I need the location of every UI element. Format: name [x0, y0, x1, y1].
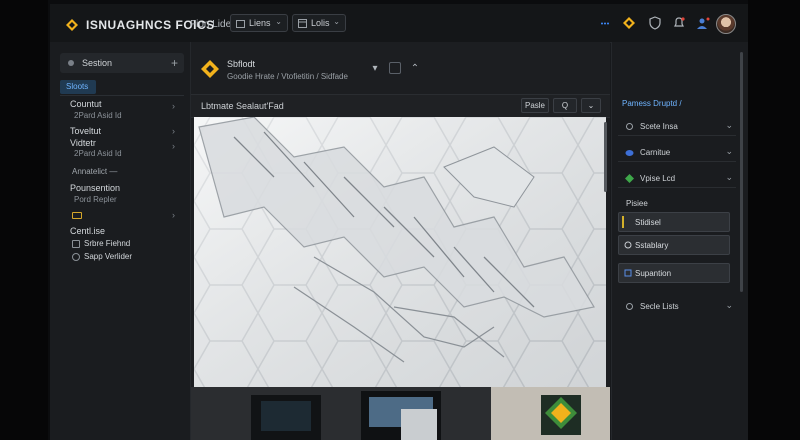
project-title: Sbflodt	[227, 59, 256, 69]
dropdown-liens[interactable]: Liens ⌄	[230, 14, 288, 32]
sidebar-item-toveltut[interactable]: Toveltut	[70, 126, 101, 136]
divider	[60, 95, 184, 96]
hexagon-tile-render	[194, 117, 606, 387]
panel-header: Pamess Druptd /	[622, 99, 682, 108]
bell-icon[interactable]	[672, 16, 686, 30]
document-icon[interactable]	[389, 62, 401, 74]
left-sidebar: Sestion + Sloots Countut 2Pard Asid Id ›…	[50, 42, 191, 440]
sidebar-item-sapp[interactable]: Sapp Verlider	[84, 252, 132, 261]
main-content: Sbflodt Goodie Hrate / Vtofietitin / Sid…	[191, 42, 610, 440]
app-logo-icon	[66, 19, 78, 31]
chevron-down-icon: ⌄	[725, 146, 733, 156]
panel-box-label: Supantion	[635, 269, 672, 278]
chevron-right-icon[interactable]: ›	[172, 126, 175, 136]
options-chevron-button[interactable]: ⌄	[581, 98, 601, 113]
sidebar-item-pounsention[interactable]: Pounsention	[70, 183, 120, 193]
search-button[interactable]: Q	[553, 98, 577, 113]
sidebar-item-countut[interactable]: Countut	[70, 99, 102, 109]
sidebar-item-srbre[interactable]: Srbre Fiehnd	[84, 239, 130, 248]
monitor-bezel-right	[748, 0, 800, 440]
right-panel-scrollbar[interactable]	[740, 52, 743, 292]
avatar[interactable]	[716, 14, 736, 34]
settings-icon	[626, 303, 633, 310]
shield-icon[interactable]	[648, 16, 662, 30]
canvas-title: Lbtmate Sealaut'Fad	[201, 101, 284, 111]
dropdown-lolis-label: Lolis	[311, 18, 330, 28]
file-menu[interactable]: Fion Lide	[190, 19, 231, 30]
panel-group-label: Pisiee	[626, 199, 648, 208]
add-icon[interactable]: +	[171, 56, 178, 70]
panel-row-label: Scete Insa	[640, 122, 678, 131]
sidebar-item-vidtetr[interactable]: Vidtetr	[70, 138, 96, 148]
canvas-scrollbar[interactable]	[604, 122, 607, 192]
chevron-right-icon[interactable]: ›	[172, 141, 175, 151]
section-header-annatelict[interactable]: Annatelict —	[72, 167, 117, 176]
sidebar-item-centlise[interactable]: Centl.ise	[70, 226, 105, 236]
canvas-header: Lbtmate Sealaut'Fad Pasle Q ⌄	[191, 94, 610, 118]
panel-row-label: Secle Lists	[640, 302, 679, 311]
section-selector-label: Sestion	[82, 58, 113, 68]
monitor-bezel-left	[0, 0, 48, 440]
section-dot-icon	[68, 60, 74, 66]
dropdown-liens-label: Liens	[249, 18, 271, 28]
paste-button[interactable]: Pasle	[521, 98, 549, 113]
cloud-icon	[625, 150, 634, 156]
desk-photo	[191, 387, 610, 440]
sidebar-item-sub: 2Pard Asid Id	[74, 149, 122, 158]
gear-icon	[72, 253, 80, 261]
panel-row-vpise[interactable]: Vpise Lcd ⌄	[618, 168, 736, 188]
section-selector[interactable]: Sestion +	[60, 53, 184, 73]
panel-row-label: Vpise Lcd	[640, 174, 676, 183]
app-window: ISNUAGHNCS FOICS Fion Lide Liens ⌄ Lolis…	[50, 4, 748, 440]
collapse-icon[interactable]: ⌃	[409, 62, 421, 74]
top-bar: ISNUAGHNCS FOICS Fion Lide Liens ⌄ Lolis…	[50, 4, 748, 43]
window-icon	[298, 19, 307, 28]
chevron-right-icon[interactable]: ›	[172, 210, 175, 220]
chevron-down-icon: ⌄	[725, 300, 733, 310]
panel-box-sstablary[interactable]: Sstablary	[618, 235, 730, 255]
sidebar-item-sub: Pord Repler	[74, 195, 117, 204]
chevron-down-icon: ⌄	[333, 17, 340, 26]
more-icon[interactable]	[598, 16, 612, 30]
calendar-icon	[236, 20, 245, 28]
user-settings-icon[interactable]	[696, 16, 710, 30]
project-logo-icon	[201, 60, 219, 78]
panel-row-label: Carnitue	[640, 148, 671, 157]
highlight-bar	[622, 216, 624, 228]
chevron-down-icon: ⌄	[725, 120, 733, 130]
square-icon	[624, 269, 632, 277]
panel-box-supantion[interactable]: Supantion	[618, 263, 730, 283]
app-badge-icon[interactable]	[622, 16, 636, 30]
project-breadcrumb[interactable]: Goodie Hrate / Vtofietitin / Sidfade	[227, 72, 348, 81]
link-icon	[72, 240, 80, 248]
settings-icon	[626, 123, 633, 130]
panel-row-scete[interactable]: Scete Insa ⌄	[618, 116, 736, 136]
panel-row-secle[interactable]: Secle Lists ⌄	[618, 296, 736, 316]
panel-row-carnitue[interactable]: Carnitue ⌄	[618, 142, 736, 162]
panel-box-stidisel[interactable]: Stidisel	[618, 212, 730, 232]
panel-box-label: Stidisel	[635, 218, 661, 227]
dropdown-lolis[interactable]: Lolis ⌄	[292, 14, 346, 32]
webcam-preview	[191, 387, 610, 440]
diamond-icon	[625, 174, 634, 183]
folder-icon	[72, 212, 82, 219]
panel-box-label: Sstablary	[635, 241, 669, 250]
chevron-right-icon[interactable]: ›	[172, 101, 175, 111]
tab-sloots[interactable]: Sloots	[60, 80, 96, 94]
chevron-down-icon: ⌄	[275, 17, 282, 26]
canvas-viewport[interactable]	[194, 117, 606, 387]
chevron-down-icon: ⌄	[725, 172, 733, 182]
pin-icon[interactable]: ▾	[369, 62, 381, 74]
right-panel: Pamess Druptd / Scete Insa ⌄ Carnitue ⌄ …	[611, 42, 748, 440]
circle-icon	[624, 241, 632, 249]
sidebar-item-sub: 2Pard Asid Id	[74, 111, 122, 120]
